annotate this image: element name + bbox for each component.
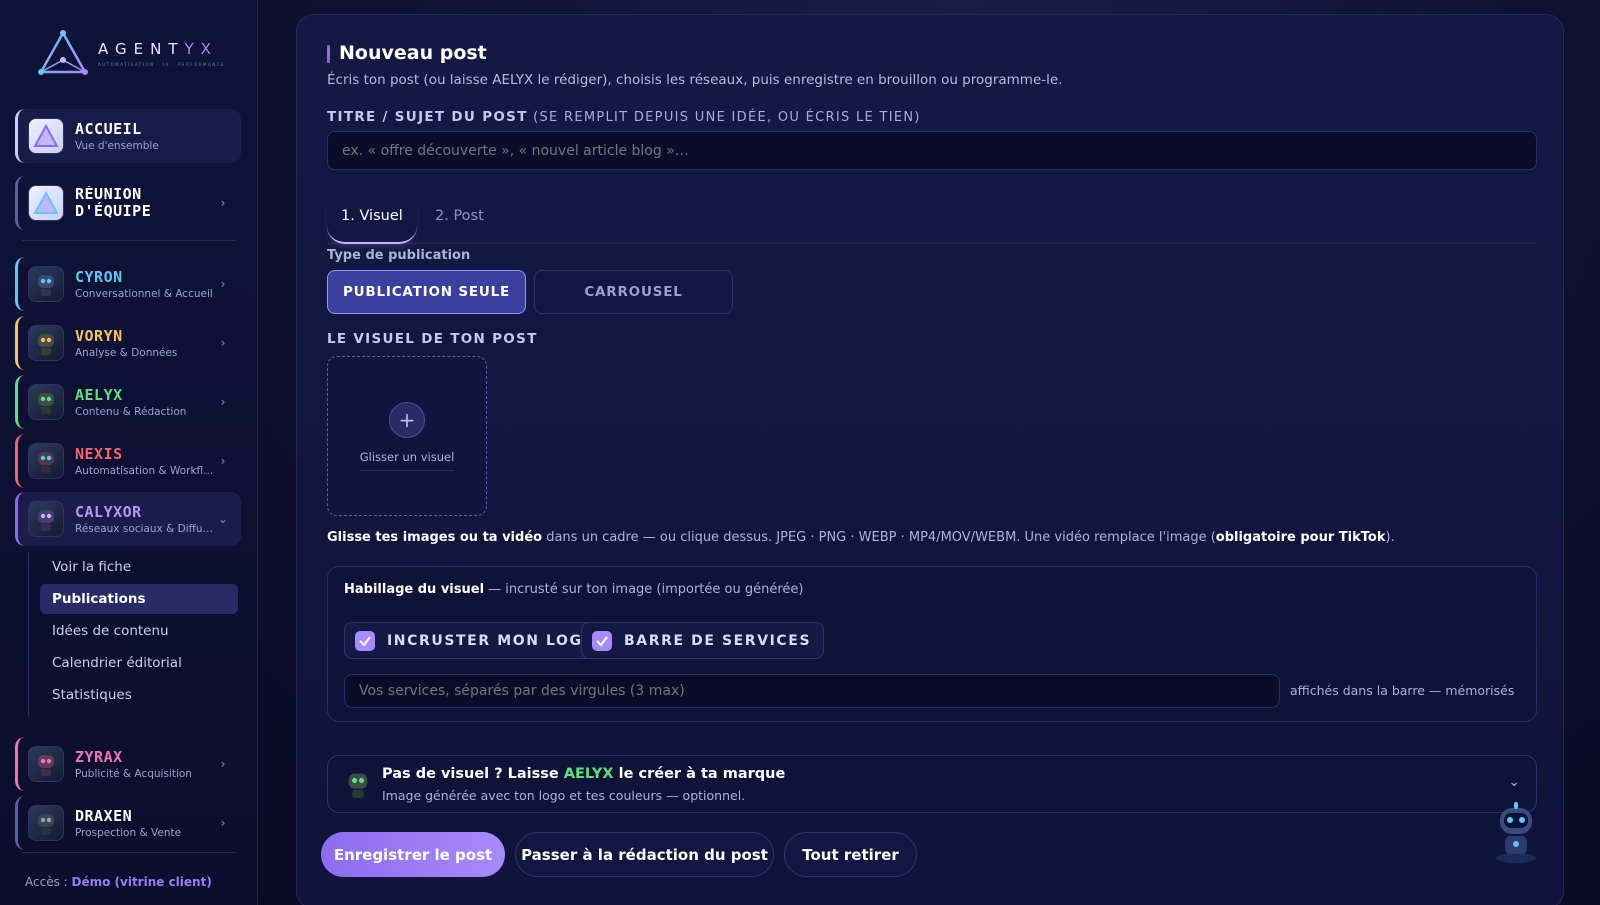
brand-tagline: AUTOMATISATION · IA · PERFORMANCE [98,61,226,67]
nav-title: DRAXEN [75,807,133,825]
robot-avatar-icon [28,325,64,361]
nav-subtitle: Contenu & Rédaction [75,405,187,418]
assistant-robot-icon[interactable] [1488,800,1544,864]
submenu-line [28,552,29,716]
chevron-down-icon[interactable]: ⌄ [1508,774,1520,790]
nav-item-calyxor[interactable]: CALYXOR Réseaux sociaux & Diffusi... ⌄ [15,492,241,546]
triangle-icon [28,185,64,221]
chevron-right-icon: › [220,454,226,468]
check-icon [355,630,375,651]
services-note: affichés dans la barre — mémorisés [1290,683,1515,698]
robot-avatar-icon [28,443,64,479]
robot-avatar-icon [28,384,64,420]
access-info: Accès : Démo (vitrine client) [25,875,212,889]
triangle-logo-icon [38,30,88,75]
robot-icon [344,769,372,803]
nav-subtitle: Publicité & Acquisition [75,767,192,780]
services-input[interactable] [344,674,1280,708]
clear-all-button[interactable]: Tout retirer [784,832,917,877]
nav-title: VORYN [75,327,123,345]
page-title: Nouveau post [339,42,487,64]
nav-item-nexis[interactable]: NEXIS Automatisation & Workfl... › [15,434,241,488]
tab-bar: 1. Visuel 2. Post [327,198,1537,244]
checkbox-logo-label: INCRUSTER MON LOGO [387,632,597,649]
nav-subtitle: Conversationnel & Accueil [75,287,213,300]
divider [22,240,236,241]
robot-avatar-icon [28,266,64,302]
submenu-publications[interactable]: Publications [40,584,238,614]
new-post-card: Nouveau post Écris ton post (ou laisse A… [296,14,1564,905]
nav-item-accueil[interactable]: ACCUEIL Vue d'ensemble [15,109,241,163]
visual-dropzone[interactable]: + Glisser un visuel [327,356,487,516]
robot-avatar-icon [28,746,64,782]
nav-item-aelyx[interactable]: AELYX Contenu & Rédaction › [15,375,241,429]
nav-title-line1: RÉUNION [75,186,142,203]
subject-label: TITRE / SUJET DU POST (SE REMPLIT DEPUIS… [327,109,921,125]
nav-title: CALYXOR [75,503,142,521]
tab-post[interactable]: 2. Post [421,198,498,244]
nav-subtitle: Prospection & Vente [75,826,182,839]
nav-title: CYRON [75,268,123,286]
overlay-panel: Habillage du visuel — incrusté sur ton i… [327,566,1537,722]
nav-title: ZYRAX [75,748,123,766]
submenu-statistiques[interactable]: Statistiques [40,680,238,710]
nav-subtitle: Réseaux sociaux & Diffusi... [75,522,215,535]
nav-subtitle: Automatisation & Workfl... [75,464,214,477]
chevron-right-icon: › [220,816,226,830]
nav-item-zyrax[interactable]: ZYRAX Publicité & Acquisition › [15,737,241,791]
visual-label: LE VISUEL DE TON POST [327,331,538,347]
brand-name: AGENTYX [98,39,218,58]
submenu-calendrier-editorial[interactable]: Calendrier éditorial [40,648,238,678]
nav-item-draxen[interactable]: DRAXEN Prospection & Vente › [15,796,241,850]
chevron-right-icon: › [220,277,226,291]
type-carrousel-button[interactable]: CARROUSEL [534,270,733,314]
sidebar: AGENTYX AUTOMATISATION · IA · PERFORMANC… [0,0,258,905]
checkbox-services[interactable]: BARRE DE SERVICES [581,622,825,659]
nav-title: AELYX [75,386,123,404]
triangle-icon [28,118,64,154]
submenu: Voir la fiche Publications Idées de cont… [40,552,238,712]
nav-item-reunion[interactable]: RÉUNION D'ÉQUIPE › [15,176,241,230]
title-accent-bar [327,45,330,63]
upload-help-text: Glisse tes images ou ta vidéo dans un ca… [327,530,1395,545]
nav-title: NEXIS [75,445,123,463]
checkbox-logo[interactable]: INCRUSTER MON LOGO [344,622,610,659]
overlay-title: Habillage du visuel — incrusté sur ton i… [344,582,804,597]
submenu-idees-de-contenu[interactable]: Idées de contenu [40,616,238,646]
nav-subtitle: Analyse & Données [75,346,178,359]
chevron-right-icon: › [220,757,226,771]
submenu-voir-la-fiche[interactable]: Voir la fiche [40,552,238,582]
nav-title: ACCUEIL [75,120,142,138]
nav-item-voryn[interactable]: VORYN Analyse & Données › [15,316,241,370]
page-subtitle: Écris ton post (ou laisse AELYX le rédig… [327,72,1063,88]
ai-title: Pas de visuel ? Laisse AELYX le créer à … [382,766,786,782]
access-link[interactable]: Démo (vitrine client) [72,875,212,889]
tab-visuel[interactable]: 1. Visuel [327,198,417,244]
next-step-button[interactable]: Passer à la rédaction du post [515,832,774,877]
chevron-right-icon: › [220,336,226,350]
chevron-right-icon: › [220,196,226,210]
ai-generate-panel[interactable]: Pas de visuel ? Laisse AELYX le créer à … [327,755,1537,813]
nav-title-line2: D'ÉQUIPE [75,202,152,220]
chevron-right-icon: › [220,395,226,409]
save-post-button[interactable]: Enregistrer le post [321,832,505,877]
robot-avatar-icon [28,805,64,841]
dropzone-text: Glisser un visuel [359,450,455,471]
nav-subtitle: Vue d'ensemble [75,139,159,152]
check-icon [592,630,612,651]
divider [22,852,236,853]
subject-input[interactable] [327,131,1537,170]
type-publication-seule-button[interactable]: PUBLICATION SEULE [327,270,526,314]
type-label: Type de publication [327,248,471,263]
brand-logo[interactable]: AGENTYX AUTOMATISATION · IA · PERFORMANC… [38,30,225,76]
chevron-down-icon: ⌄ [217,512,229,526]
checkbox-services-label: BARRE DE SERVICES [624,632,812,649]
nav-item-cyron[interactable]: CYRON Conversationnel & Accueil › [15,257,241,311]
ai-subtitle: Image générée avec ton logo et tes coule… [382,788,746,803]
robot-avatar-icon [28,501,64,537]
plus-icon: + [389,401,425,438]
